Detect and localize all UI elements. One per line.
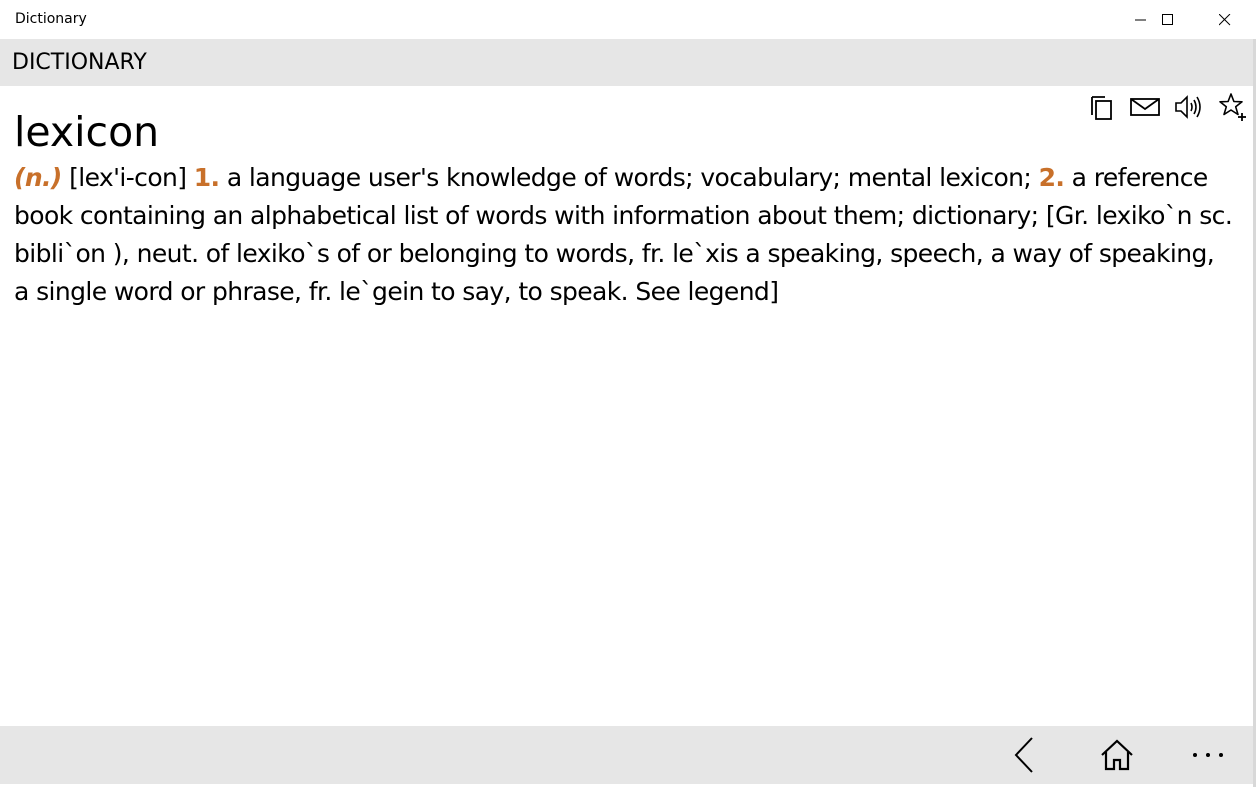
home-button[interactable]	[1087, 726, 1147, 784]
maximize-button[interactable]	[1145, 0, 1191, 39]
close-button[interactable]	[1202, 0, 1248, 39]
entry-actions	[1086, 92, 1256, 122]
definition-panel: lexicon (n.) [lex'i-con] 1. a language u…	[0, 86, 1256, 726]
close-icon	[1219, 13, 1231, 25]
speak-button[interactable]	[1174, 92, 1204, 122]
back-button[interactable]	[994, 726, 1054, 784]
bottom-app-bar	[0, 726, 1256, 784]
page-header: DICTIONARY	[0, 39, 1256, 86]
speaker-icon	[1175, 95, 1201, 119]
maximize-icon	[1162, 13, 1173, 25]
definition-text: (n.) [lex'i-con] 1. a language user's kn…	[14, 159, 1236, 311]
copy-button[interactable]	[1086, 92, 1116, 122]
sense-number-1: 1.	[193, 163, 220, 192]
app-window: Dictionary DICTIONARY lexicon (n.) [lex'…	[0, 0, 1256, 787]
more-icon	[1193, 753, 1223, 757]
email-button[interactable]	[1130, 92, 1160, 122]
add-favorite-button[interactable]	[1218, 92, 1248, 122]
back-icon	[1014, 737, 1033, 773]
copy-icon	[1091, 96, 1112, 120]
pronunciation: [lex'i-con]	[61, 163, 194, 192]
star-add-icon	[1219, 93, 1246, 121]
home-icon	[1101, 739, 1133, 771]
part-of-speech: (n.)	[14, 163, 62, 192]
sense-text-1: a language user's knowledge of words; vo…	[219, 163, 1039, 192]
mail-icon	[1130, 98, 1160, 116]
page-title: DICTIONARY	[12, 50, 147, 75]
title-bar: Dictionary	[0, 0, 1256, 39]
more-button[interactable]	[1178, 726, 1238, 784]
headword: lexicon	[14, 108, 160, 156]
window-title: Dictionary	[15, 11, 87, 27]
sense-number-2: 2.	[1038, 163, 1065, 192]
